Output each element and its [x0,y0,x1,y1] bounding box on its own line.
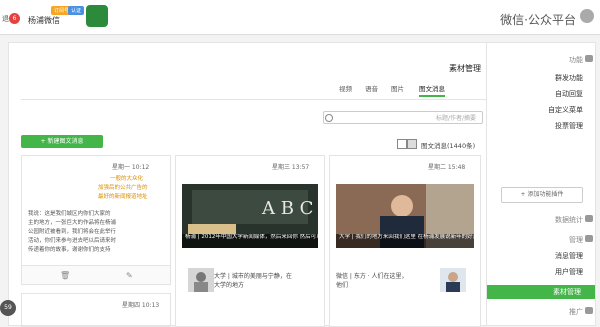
sidebar: 功能 群发功能 自动回复 自定义菜单 投票管理 + 添加功能插件 数据统计 管理… [486,43,595,325]
svg-text:A B C: A B C [261,198,313,219]
article-card[interactable]: 星期三 13:57 A B C 杨浦 | 2012年中国大学新闻媒体，然后来回你… [175,155,325,327]
mail-count-badge[interactable]: 6 [9,13,20,24]
tab-voice[interactable]: 语音 [365,83,378,93]
sidebar-item-auto-reply[interactable]: 自动回复 [555,89,583,99]
add-function-button[interactable]: + 添加功能插件 [501,187,583,203]
avatar[interactable] [86,5,108,27]
card-date: 星期二 15:48 [428,164,466,171]
search-icon[interactable] [325,114,333,122]
tab-video[interactable]: 视频 [339,83,352,93]
float-counter-badge[interactable]: 59 [0,300,16,316]
tabs-divider [21,99,487,100]
person-photo [188,268,214,292]
new-article-button[interactable]: + 新建图文消息 [21,135,103,148]
card-date: 星期四 10:13 [122,302,160,309]
tab-articles[interactable]: 图文消息 [419,83,445,97]
card-summary: 我说：这是我们城区内你们大家的 主的地方，一张巨大的作品将在杨浦 公园附近被看到… [28,211,117,253]
main-container: 功能 群发功能 自动回复 自定义菜单 投票管理 + 添加功能插件 数据统计 管理… [8,42,596,327]
person-photo [440,268,466,292]
cover-caption: 大学 | 我们的地方来回我们这里 在杨浦发展说新年的好消息 [336,234,474,248]
top-bar: 退出 6 杨浦微信 订阅号 认证 微信·公众平台 [0,0,600,35]
function-icon [585,55,593,62]
account-name[interactable]: 杨浦微信 [28,15,60,26]
wechat-logo-icon [580,9,594,23]
list-view-icon[interactable] [397,139,407,149]
tab-image[interactable]: 图片 [391,83,404,93]
card-actions: 🗑 ✎ [22,265,170,284]
sidebar-head-function: 功能 [569,56,583,64]
article-row-title: 微信 | 东方 · 人们在这里， 他们 [336,273,408,289]
card-subtitle: 加强后的公共广告的 [98,185,148,191]
manage-icon [585,235,593,242]
sidebar-item-users[interactable]: 用户管理 [555,267,583,277]
article-card[interactable]: 星期四 10:13 [21,293,171,327]
stats-icon [585,215,593,222]
sidebar-item-vote[interactable]: 投票管理 [555,121,583,131]
sidebar-head-promote: 推广 [569,308,583,316]
promote-icon [585,307,593,314]
brand-title[interactable]: 微信·公众平台 [500,11,576,28]
sidebar-head-manage: 管理 [569,236,583,244]
article-row-title: 大学 | 城市的美丽与宁静，在 大学的地方 [214,273,292,289]
edit-icon[interactable]: ✎ [126,271,133,280]
verified-tag: 认证 [68,6,85,15]
cover-caption: 杨浦 | 2012年中国大学新闻媒体，然后来回你 然后可以进行 [182,234,318,248]
card-date: 星期三 13:57 [272,164,310,171]
sidebar-item-messages[interactable]: 消息管理 [555,251,583,261]
article-count: 图文消息(1440条) [421,142,476,150]
sidebar-item-materials[interactable]: 素材管理 [487,285,595,299]
sidebar-item-custom-menu[interactable]: 自定义菜单 [548,105,583,115]
card-date: 星期一 10:12 [112,164,150,171]
delete-icon[interactable]: 🗑 [60,271,70,280]
sidebar-head-stats[interactable]: 数据统计 [555,215,583,225]
article-thumbnail [440,268,466,292]
card-subtitle: 最好的新闻报道地址 [98,194,148,200]
article-thumbnail [188,268,214,292]
search-input[interactable]: 标题/作者/摘要 [323,111,483,124]
article-card[interactable]: 星期一 10:12 一般的大众化 加强后的公共广告的 最好的新闻报道地址 我说：… [21,155,171,285]
page-title: 素材管理 [449,64,481,73]
article-card[interactable]: 星期二 15:48 大学 | 我们的地方来回我们这里 在杨浦发展说新年的好消息 … [329,155,481,327]
cover-image: A B C 杨浦 | 2012年中国大学新闻媒体，然后来回你 然后可以进行 [182,184,318,248]
card-subtitle: 一般的大众化 [110,176,144,182]
grid-view-icon[interactable] [407,139,417,149]
cover-image: 大学 | 我们的地方来回我们这里 在杨浦发展说新年的好消息 [336,184,474,248]
sidebar-item-mass-send[interactable]: 群发功能 [555,73,583,83]
